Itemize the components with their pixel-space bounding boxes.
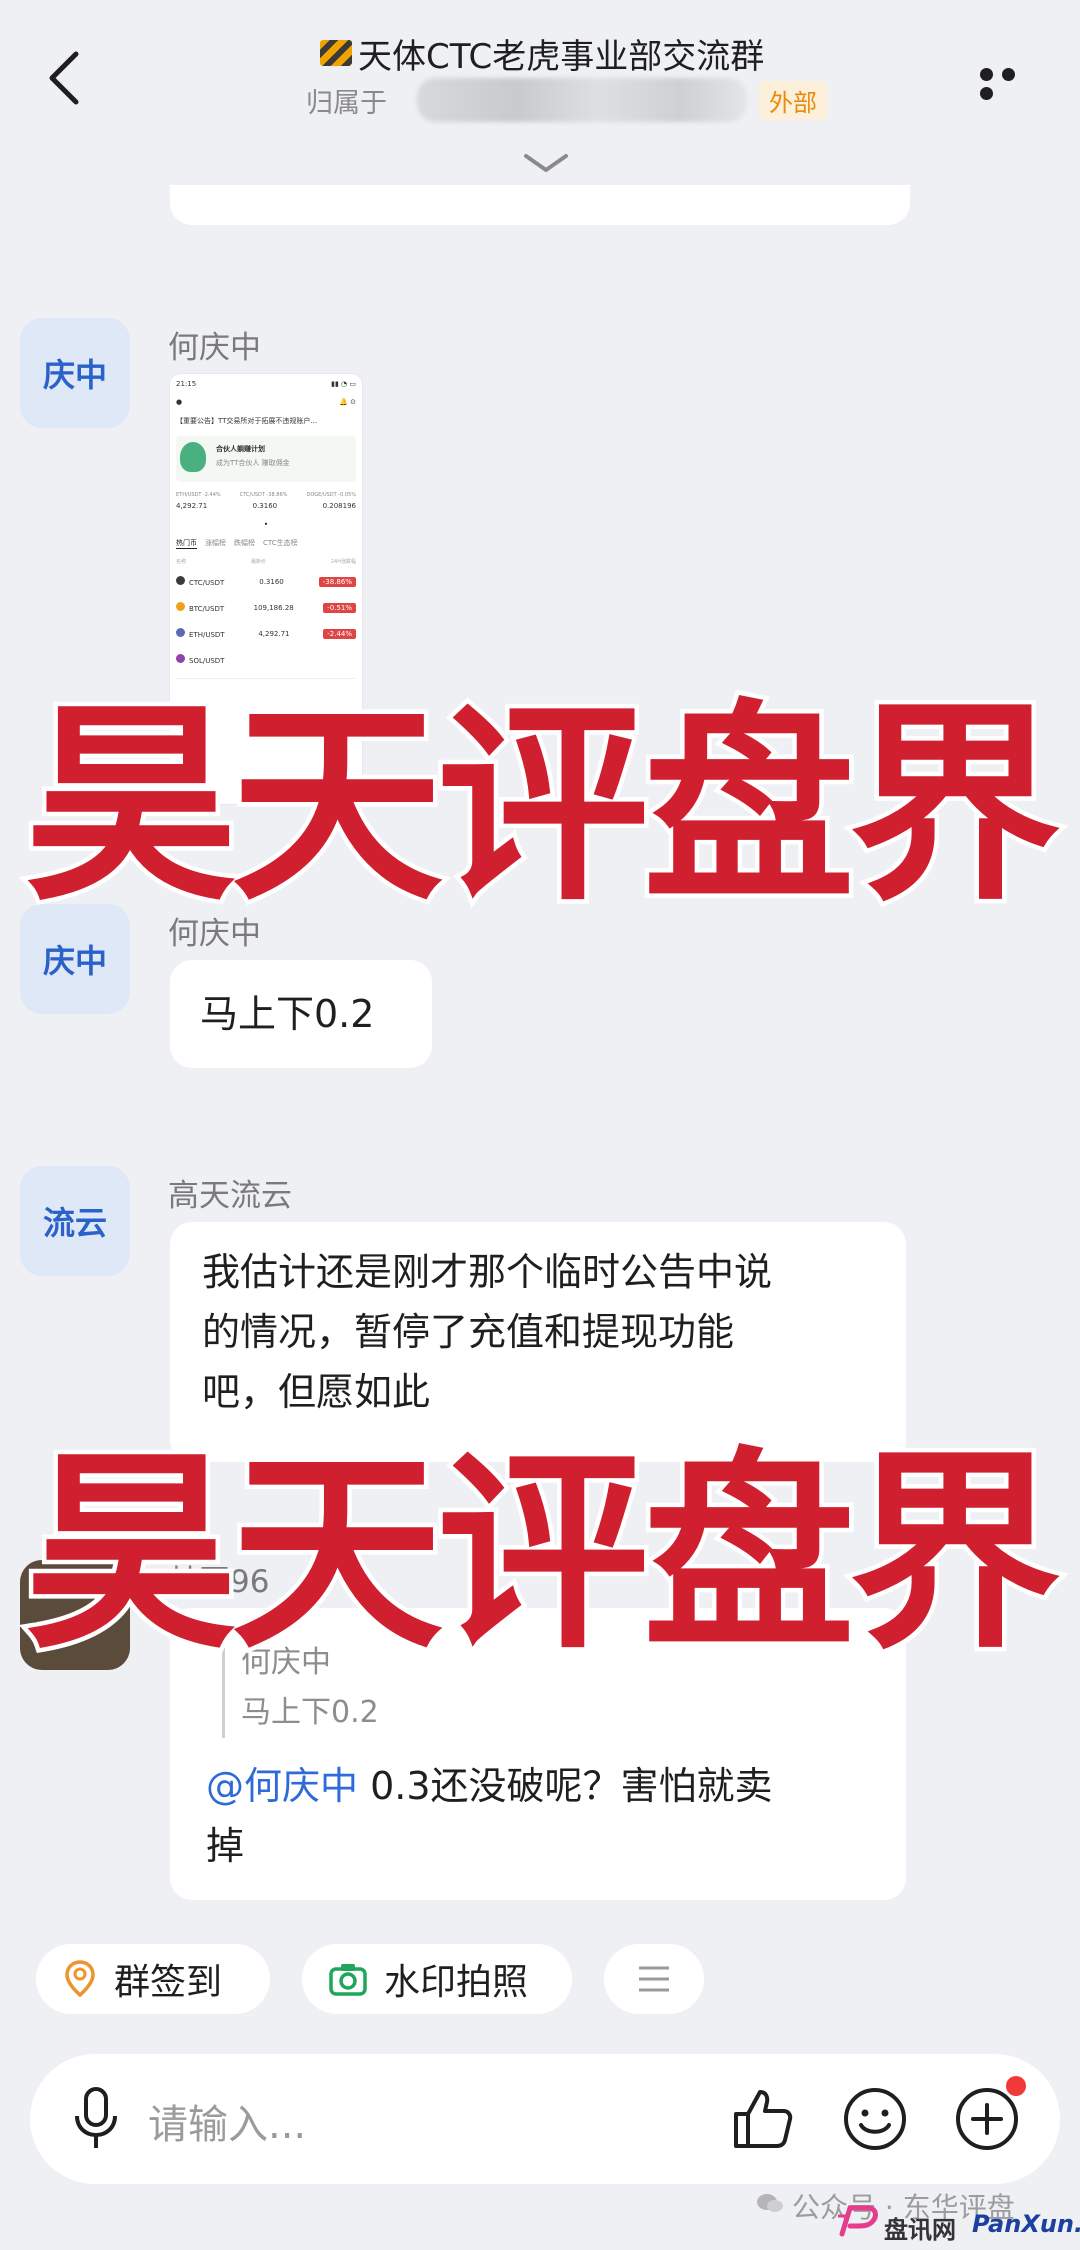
- back-arrow-icon[interactable]: [44, 48, 84, 108]
- mention-link[interactable]: @何庆中: [206, 1764, 358, 1808]
- shot-pager-dot: •: [263, 520, 269, 529]
- chat-header: 天体CTC老虎事业部交流群 归属于 外部: [0, 0, 1080, 200]
- quote-text: 马上下0.2: [241, 1695, 379, 1730]
- camera-label: 水印拍照: [384, 1962, 529, 2003]
- blurred-organization-name: [417, 78, 747, 122]
- shot-banner-title: 合伙人躺赚计划: [216, 445, 265, 453]
- shot-coin-row: BTC/USDT 109,186.28 -0.51%: [176, 602, 356, 613]
- location-pin-icon: [65, 1960, 95, 1998]
- shot-coin-row: CTC/USDT 0.3160 -38.86%: [176, 576, 356, 587]
- shot-status-icons: ▮▮ ◔ ▭: [331, 380, 356, 388]
- plus-icon[interactable]: [954, 2086, 1020, 2152]
- wechat-icon: [757, 2194, 783, 2212]
- message-bubble[interactable]: 我估计还是刚才那个临时公告中说 的情况，暂停了充值和提现功能 吧，但愿如此: [170, 1222, 906, 1462]
- chevron-down-icon[interactable]: [522, 150, 570, 176]
- shot-column: 名称: [176, 559, 187, 565]
- message-body: @何庆中 0.3还没破呢？害怕就卖 掉: [206, 1756, 773, 1876]
- watermark-text: 昊天评盘界: [21, 1430, 1066, 1677]
- belong-label: 归属于: [306, 87, 387, 119]
- more-actions-button[interactable]: [604, 1944, 704, 2014]
- message-line: 0.3还没破呢？害怕就卖: [358, 1764, 773, 1808]
- previous-message-bubble: [170, 185, 910, 225]
- shot-ticker-pair: DOGE/USDT -0.05%: [306, 492, 356, 498]
- watermark-camera-button[interactable]: 水印拍照: [302, 1944, 572, 2014]
- external-badge: 外部: [759, 80, 827, 120]
- microphone-icon[interactable]: [72, 2086, 120, 2152]
- shot-coin-row: SOL/USDT: [176, 654, 356, 665]
- avatar[interactable]: 流云: [20, 1166, 130, 1276]
- thumbs-up-icon[interactable]: [730, 2086, 796, 2152]
- more-options-icon[interactable]: [980, 66, 1044, 100]
- emoji-icon[interactable]: [842, 2086, 908, 2152]
- shot-column: 最新价: [250, 559, 266, 565]
- notification-dot: [1006, 2076, 1026, 2096]
- site-logo-icon: [838, 2205, 878, 2237]
- shot-notice: 【重要公告】TT交易所对于拓展不违规账户...: [176, 417, 318, 425]
- hazard-stripe-icon: [320, 40, 352, 66]
- message-line: 的情况，暂停了充值和提现功能: [202, 1310, 735, 1354]
- shot-ticker-price: 4,292.71: [176, 502, 208, 510]
- shot-bell-icon: 🔔 ⊙: [339, 398, 356, 406]
- shot-ticker-pair: CTC/USDT -38.86%: [239, 492, 288, 498]
- shot-tab: 涨幅榜: [205, 539, 226, 547]
- footer-site-name: 盘讯网: [884, 2216, 956, 2244]
- shot-profile-icon: ●: [176, 398, 183, 406]
- checkin-label: 群签到: [114, 1962, 223, 2003]
- footer-brand: PanXun.cc: [972, 2210, 1080, 2238]
- shot-tab: CTC生态榜: [263, 539, 298, 547]
- shot-ticker-price: 0.3160: [252, 502, 278, 510]
- shot-banner-sub: 成为TT合伙人 赚取佣金: [216, 459, 290, 467]
- avatar[interactable]: 庆中: [20, 318, 130, 428]
- shot-tab: 跌幅榜: [234, 539, 255, 547]
- shot-banner-figure: [180, 442, 206, 472]
- shot-coin-row: ETH/USDT 4,292.71 -2.44%: [176, 628, 356, 639]
- message-line: 我估计还是刚才那个临时公告中说: [202, 1250, 773, 1294]
- shot-banner: 合伙人躺赚计划 成为TT合伙人 赚取佣金: [176, 436, 356, 482]
- shot-ticker-pair: ETH/USDT -2.44%: [176, 492, 221, 498]
- belong-row: 归属于 外部: [306, 78, 827, 122]
- watermark-text: 昊天评盘界: [21, 682, 1066, 929]
- message-line: 吧，但愿如此: [202, 1370, 431, 1414]
- message-bubble[interactable]: 马上下0.2: [170, 960, 432, 1068]
- message-line: 掉: [206, 1824, 245, 1868]
- group-title: 天体CTC老虎事业部交流群: [358, 36, 765, 77]
- shot-tab: 热门币: [176, 539, 197, 549]
- group-checkin-button[interactable]: 群签到: [36, 1944, 270, 2014]
- shot-time: 21:15: [176, 380, 197, 388]
- camera-icon: [329, 1964, 367, 1996]
- shot-ticker-price: 0.208196: [322, 502, 356, 510]
- sender-name: 高天流云: [168, 1178, 292, 1214]
- menu-icon: [639, 1966, 669, 1992]
- message-input[interactable]: 请输入...: [148, 2092, 306, 2150]
- sender-name: 何庆中: [168, 330, 261, 366]
- message-text: 马上下0.2: [200, 992, 375, 1036]
- title-row[interactable]: 天体CTC老虎事业部交流群: [320, 30, 765, 77]
- shot-column: 24H涨跌幅: [330, 559, 356, 565]
